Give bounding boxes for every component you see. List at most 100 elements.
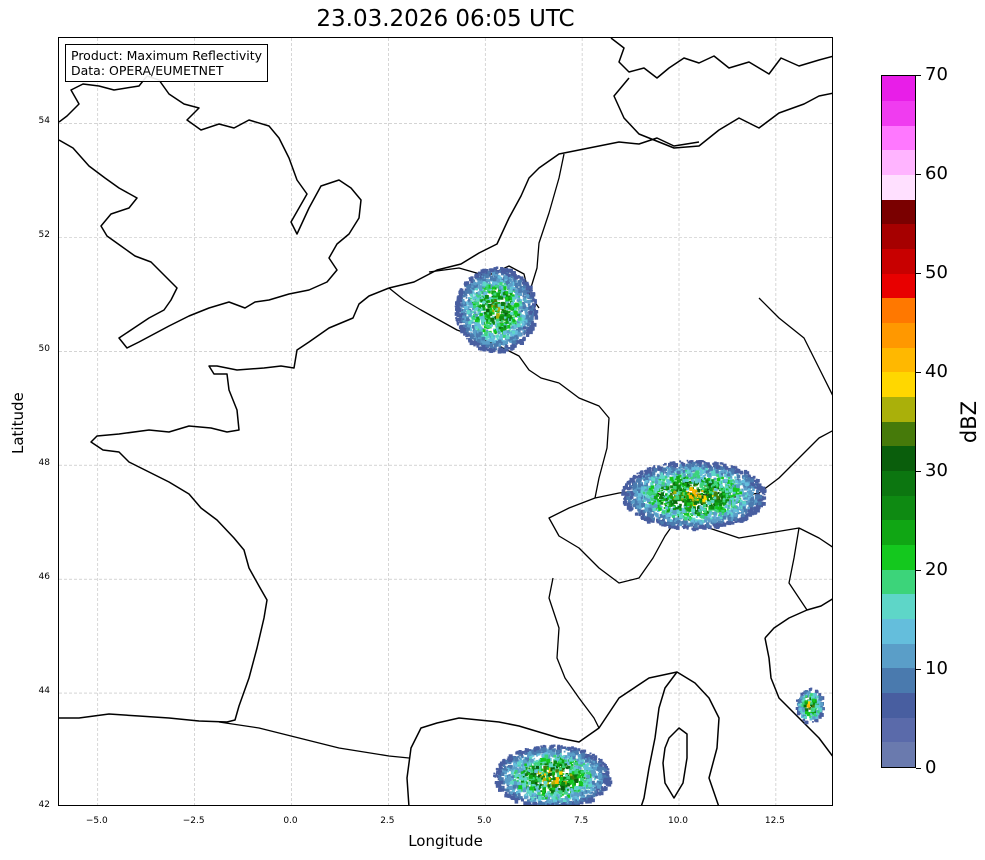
echo-pixel	[465, 296, 468, 299]
echo-pixel	[741, 513, 745, 518]
echo-pixel	[637, 493, 642, 497]
echo-pixel	[699, 473, 703, 477]
echo-pixel	[690, 512, 693, 516]
echo-pixel	[587, 797, 591, 801]
echo-pixel	[507, 347, 511, 350]
echo-pixel	[739, 497, 742, 500]
echo-pixel	[712, 503, 715, 505]
echo-pixel	[665, 506, 669, 510]
echo-pixel	[492, 312, 495, 315]
echo-cluster	[621, 459, 767, 532]
echo-pixel	[658, 480, 662, 484]
echo-pixel	[491, 346, 494, 349]
echo-pixel	[598, 758, 600, 760]
echo-pixel	[749, 498, 753, 502]
echo-pixel	[491, 275, 494, 278]
echo-pixel	[756, 490, 759, 493]
echo-pixel	[498, 766, 502, 770]
echo-pixel	[712, 486, 714, 488]
echo-pixel	[500, 302, 505, 306]
echo-pixel	[466, 310, 471, 314]
echo-pixel	[500, 286, 504, 289]
echo-pixel	[505, 320, 509, 324]
echo-pixel	[696, 487, 699, 489]
echo-pixel	[469, 304, 473, 309]
echo-pixel	[489, 307, 493, 311]
echo-pixel	[485, 324, 489, 328]
border-fr-de	[558, 382, 610, 499]
echo-pixel	[691, 519, 694, 523]
echo-pixel	[468, 320, 472, 325]
echo-pixel	[674, 520, 677, 523]
echo-pixel	[669, 522, 672, 525]
echo-pixel	[669, 477, 674, 481]
echo-pixel	[497, 282, 500, 286]
echo-pixel	[491, 339, 495, 342]
radar-map[interactable]	[58, 37, 833, 806]
echo-pixel	[686, 487, 689, 491]
echo-pixel	[725, 471, 728, 474]
echo-pixel	[727, 521, 732, 526]
echo-pixel	[497, 275, 501, 279]
echo-pixel	[516, 299, 520, 302]
echo-pixel	[754, 499, 758, 503]
echo-pixel	[653, 512, 656, 515]
echo-pixel	[733, 519, 735, 522]
echo-pixel	[724, 466, 729, 470]
echo-pixel	[516, 292, 519, 295]
echo-pixel	[701, 467, 703, 469]
echo-pixel	[699, 521, 703, 525]
echo-pixel	[491, 336, 493, 339]
echo-pixel	[758, 494, 762, 499]
echo-pixel	[512, 288, 515, 291]
echo-pixel	[756, 509, 760, 513]
echo-pixel	[676, 514, 679, 517]
echo-pixel	[481, 344, 486, 349]
echo-pixel	[493, 292, 497, 296]
echo-pixel	[653, 465, 656, 467]
echo-pixel	[477, 291, 480, 294]
echo-pixel	[496, 335, 499, 337]
echo-pixel	[724, 483, 727, 485]
echo-pixel	[479, 278, 482, 281]
echo-pixel	[509, 330, 512, 333]
echo-pixel	[672, 472, 675, 475]
echo-pixel	[475, 301, 480, 306]
echo-pixel	[455, 303, 459, 308]
echo-pixel	[493, 772, 496, 775]
echo-pixel	[518, 318, 520, 321]
echo-pixel	[474, 326, 479, 330]
echo-pixel	[638, 513, 641, 516]
echo-pixel	[509, 287, 512, 290]
echo-pixel	[692, 473, 697, 478]
echo-pixel	[492, 350, 495, 353]
echo-pixel	[666, 474, 670, 478]
echo-pixel	[703, 510, 707, 514]
echo-pixel	[684, 513, 687, 516]
echo-pixel	[641, 503, 645, 507]
echo-pixel	[742, 476, 746, 479]
echo-pixel	[733, 508, 737, 513]
echo-pixel	[727, 513, 730, 516]
echo-pixel	[675, 521, 679, 524]
echo-pixel	[528, 803, 532, 805]
echo-pixel	[721, 476, 724, 480]
echo-pixel	[669, 519, 673, 522]
echo-pixel	[641, 512, 644, 515]
echo-pixel	[675, 495, 680, 500]
echo-pixel	[478, 285, 482, 289]
echo-pixel	[739, 491, 743, 495]
echo-pixel	[652, 520, 655, 523]
echo-pixel	[641, 516, 645, 520]
echo-pixel	[745, 471, 750, 475]
echo-pixel	[715, 462, 719, 466]
echo-pixel	[694, 462, 696, 464]
echo-pixel	[684, 492, 688, 495]
echo-pixel	[741, 488, 744, 491]
echo-pixel	[686, 494, 689, 498]
echo-pixel	[750, 482, 754, 486]
echo-pixel	[707, 464, 711, 468]
echo-pixel	[511, 343, 514, 346]
echo-pixel	[743, 487, 747, 491]
echo-pixel	[739, 512, 742, 514]
